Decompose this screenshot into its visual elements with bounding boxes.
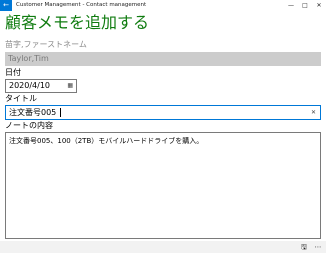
calendar-icon[interactable]: ▦ (67, 80, 73, 92)
date-picker[interactable]: 2020/4/10 ▦ (5, 79, 77, 93)
date-label: 日付 (5, 68, 21, 77)
minimize-button[interactable]: — (284, 0, 298, 11)
notes-textarea[interactable]: 注文番号005、100（2TB）モバイルハードドライブを購入。 (5, 132, 321, 239)
name-value: Taylor,Tim (8, 54, 49, 63)
more-icon[interactable]: ⋯ (312, 241, 324, 253)
title-value: 注文番号005 (9, 108, 57, 117)
arrow-left-icon: ← (3, 1, 9, 9)
maximize-button[interactable]: □ (298, 0, 312, 11)
title-input[interactable]: 注文番号005 ✕ (5, 105, 321, 120)
text-caret (60, 108, 61, 117)
close-button[interactable]: ✕ (312, 0, 326, 11)
date-value: 2020/4/10 (9, 81, 51, 90)
command-bar: 🖫 ⋯ (0, 241, 326, 253)
save-icon[interactable]: 🖫 (298, 241, 310, 253)
notes-label: ノートの内容 (5, 121, 53, 130)
notes-value: 注文番号005、100（2TB）モバイルハードドライブを購入。 (9, 137, 204, 145)
name-label: 苗字,ファーストネーム (5, 40, 87, 49)
clear-icon[interactable]: ✕ (311, 106, 316, 119)
name-field: Taylor,Tim (5, 52, 321, 66)
back-button[interactable]: ← (0, 0, 12, 11)
window-title: Customer Management - Contact management (16, 2, 147, 8)
title-label: タイトル (5, 94, 37, 103)
title-bar: ← Customer Management - Contact manageme… (0, 0, 326, 11)
page-title: 顧客メモを追加する (5, 13, 150, 32)
